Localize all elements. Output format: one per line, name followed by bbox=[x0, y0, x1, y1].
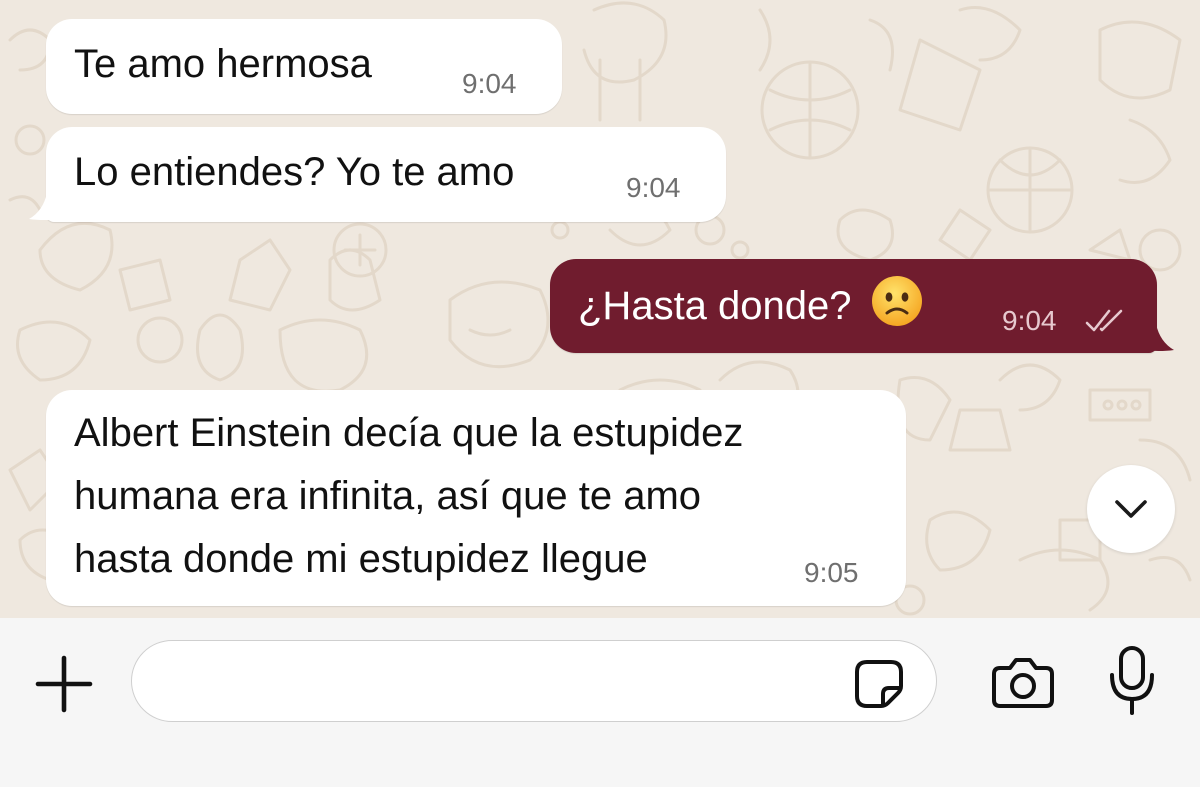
scroll-to-bottom-button[interactable] bbox=[1087, 465, 1175, 553]
sticker-icon bbox=[855, 660, 903, 708]
chat-area[interactable]: Te amo hermosa 9:04 Lo entiendes? Yo te … bbox=[0, 0, 1200, 618]
message-text: Te amo hermosa bbox=[74, 42, 372, 86]
chevron-down-icon bbox=[1115, 500, 1147, 518]
voice-message-button[interactable] bbox=[1103, 643, 1161, 719]
message-text-line: humana era infinita, así que te amo bbox=[74, 474, 702, 518]
message-bubble-incoming[interactable]: Lo entiendes? Yo te amo 9:04 bbox=[46, 127, 726, 222]
message-text: ¿Hasta donde? bbox=[578, 275, 923, 335]
microphone-icon bbox=[1110, 646, 1154, 715]
message-bubble-incoming[interactable]: Albert Einstein decía que la estupidez h… bbox=[46, 390, 906, 606]
sticker-button[interactable] bbox=[851, 656, 907, 712]
bubble-tail bbox=[1140, 324, 1174, 351]
frowning-face-emoji-icon bbox=[871, 276, 922, 326]
double-check-icon bbox=[1085, 309, 1123, 332]
message-input[interactable] bbox=[131, 640, 937, 722]
camera-button[interactable] bbox=[985, 650, 1061, 716]
camera-icon bbox=[992, 658, 1054, 708]
message-time: 9:04 bbox=[462, 68, 517, 99]
message-bubble-outgoing[interactable]: ¿Hasta donde? 9:04 bbox=[550, 259, 1157, 353]
message-text-line: hasta donde mi estupidez llegue bbox=[74, 537, 648, 581]
message-text-content: ¿Hasta donde? bbox=[578, 284, 852, 328]
message-time: 9:04 bbox=[626, 172, 681, 203]
message-text-line: Albert Einstein decía que la estupidez bbox=[74, 411, 744, 455]
message-bubble-incoming[interactable]: Te amo hermosa 9:04 bbox=[46, 19, 562, 114]
message-text: Lo entiendes? Yo te amo bbox=[74, 150, 515, 194]
message-time: 9:05 bbox=[804, 557, 859, 588]
message-time: 9:04 bbox=[1002, 305, 1057, 336]
plus-icon bbox=[35, 655, 93, 713]
attach-button[interactable] bbox=[32, 652, 96, 716]
bubble-tail bbox=[29, 193, 63, 220]
